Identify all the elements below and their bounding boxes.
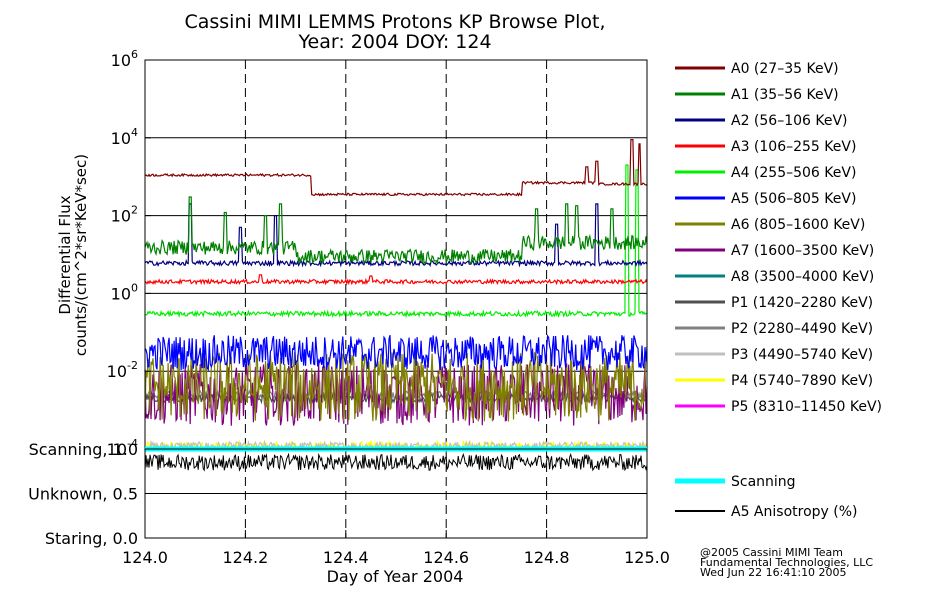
series-line-a1 (144, 196, 648, 266)
series-line-a3 (144, 274, 648, 286)
chart-title: Cassini MIMI LEMMS Protons KP Browse Plo… (184, 11, 605, 33)
y-axis-label: Differential Flux counts/(cm^2*sr*KeV*se… (56, 154, 90, 356)
x-tick-label: 124.0 (122, 548, 168, 567)
lower-y-tick-label: Staring, 0.0 (45, 529, 138, 548)
legend-entry: P3 (4490–5740 KeV) (675, 347, 873, 363)
x-tick-label: 124.2 (222, 548, 268, 567)
legend-label: A7 (1600–3500 KeV) (731, 243, 874, 259)
chart-titles: Cassini MIMI LEMMS Protons KP Browse Plo… (184, 11, 605, 53)
x-tick-label: 124.4 (323, 548, 369, 567)
y-tick-label: 106 (111, 48, 138, 70)
legend-entry: P1 (1420–2280 KeV) (675, 295, 873, 311)
legend-entry: P2 (2280–4490 KeV) (675, 321, 873, 337)
chart-canvas: Cassini MIMI LEMMS Protons KP Browse Plo… (28, 11, 882, 586)
legend-label: P5 (8310–11450 KeV) (731, 399, 882, 415)
legend-label: A8 (3500–4000 KeV) (731, 269, 874, 285)
series-line-a5-anisotropy (144, 452, 648, 472)
legend-label: A6 (805–1600 KeV) (731, 217, 865, 233)
legend-label: Scanning (731, 474, 796, 490)
anisotropy-panel: Scanning, 1.0 Unknown, 0.5 Staring, 0.0 (28, 440, 648, 548)
lower-y-tick-label: Unknown, 0.5 (28, 485, 138, 504)
y-tick-label: 102 (111, 204, 138, 226)
legend-label: A5 Anisotropy (%) (731, 504, 858, 520)
y-tick-label: 10-2 (107, 359, 138, 381)
legend-label: P3 (4490–5740 KeV) (731, 347, 873, 363)
legend-entry: A2 (56–106 KeV) (675, 113, 848, 129)
x-tick-label: 124.6 (423, 548, 469, 567)
legend-label: A3 (106–255 KeV) (731, 139, 856, 155)
legend-label: P4 (5740–7890 KeV) (731, 373, 873, 389)
legend-entry: A6 (805–1600 KeV) (675, 217, 865, 233)
x-tick-label: 125.0 (624, 548, 670, 567)
legend-entry: A3 (106–255 KeV) (675, 139, 856, 155)
series-line-a2 (144, 203, 648, 268)
legend-entry: P4 (5740–7890 KeV) (675, 373, 873, 389)
chart-subtitle: Year: 2004 DOY: 124 (297, 31, 491, 53)
legend-entry: A8 (3500–4000 KeV) (675, 269, 874, 285)
legend-label: A0 (27–35 KeV) (731, 61, 839, 77)
footer-credits: @2005 Cassini MIMI Team Fundamental Tech… (700, 546, 873, 579)
legend-label: P1 (1420–2280 KeV) (731, 295, 873, 311)
legend-entry: P5 (8310–11450 KeV) (675, 399, 882, 415)
legend-entry: A4 (255–506 KeV) (675, 165, 856, 181)
flux-panel: 10610410210010-210-4 (107, 48, 648, 459)
legend-label: A5 (506–805 KeV) (731, 191, 856, 207)
lower-y-tick-label: Scanning, 1.0 (29, 440, 138, 459)
x-tick-labels: 124.0 124.2 124.4 124.6 124.8 125.0 (122, 530, 670, 567)
x-tick-label: 124.8 (524, 548, 570, 567)
legend-entry: A5 (506–805 KeV) (675, 191, 856, 207)
legend-label: A1 (35–56 KeV) (731, 87, 839, 103)
x-axis-label: Day of Year 2004 (327, 567, 464, 586)
legend-entry: A0 (27–35 KeV) (675, 61, 839, 77)
legend-label: P2 (2280–4490 KeV) (731, 321, 873, 337)
legend-entry: A7 (1600–3500 KeV) (675, 243, 874, 259)
y-axis-label-line2: counts/(cm^2*sr*KeV*sec) (72, 154, 90, 356)
flux-series-lines (144, 139, 648, 452)
anisotropy-y-tick-labels: Scanning, 1.0 Unknown, 0.5 Staring, 0.0 (28, 440, 138, 548)
y-tick-label: 100 (111, 281, 138, 303)
lower-legend: Scanning A5 Anisotropy (%) (675, 474, 858, 520)
legend-label: A2 (56–106 KeV) (731, 113, 848, 129)
legend-entry: A5 Anisotropy (%) (675, 504, 858, 520)
anisotropy-series-lines (144, 446, 648, 472)
y-tick-label: 104 (111, 126, 138, 148)
legend-label: A4 (255–506 KeV) (731, 165, 856, 181)
footer-timestamp: Wed Jun 22 16:41:10 2005 (700, 566, 847, 579)
legend-entry: Scanning (675, 474, 796, 490)
legend: A0 (27–35 KeV) A1 (35–56 KeV) A2 (56–106 K… (675, 61, 882, 415)
legend-entry: A1 (35–56 KeV) (675, 87, 839, 103)
series-line-a0 (144, 139, 648, 197)
flux-y-tick-labels: 10610410210010-210-4 (107, 48, 151, 459)
